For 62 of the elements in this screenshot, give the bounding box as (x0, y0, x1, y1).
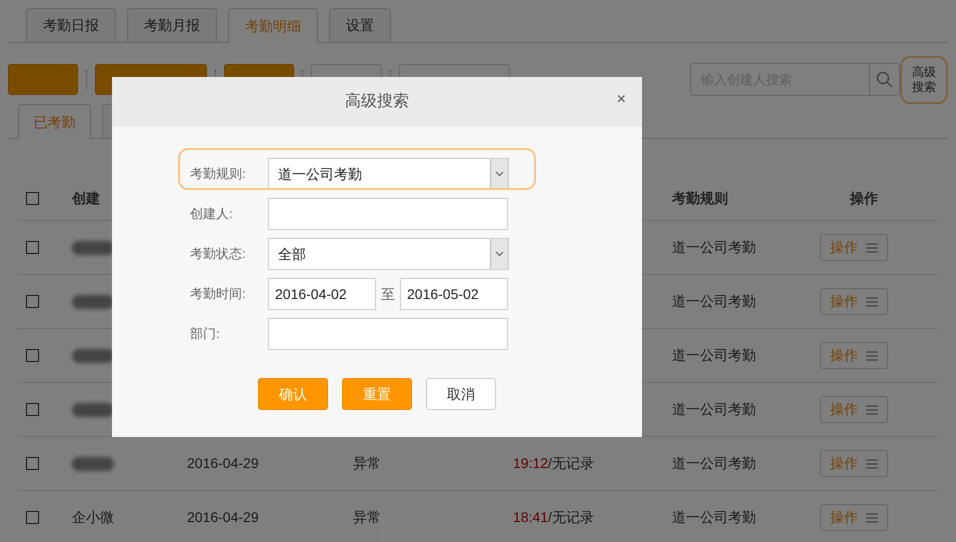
column-header: 创建 (72, 188, 101, 208)
table-cell-text: 道一公司考勤 (672, 346, 757, 365)
action-button[interactable]: 操作 (820, 504, 888, 531)
table-cell-text: 道一公司考勤 (672, 454, 757, 473)
select-field[interactable]: 全部 (268, 238, 509, 270)
action-button[interactable]: 操作 (820, 450, 888, 477)
table-cell: 2016-04-29 (187, 455, 259, 471)
table-cell-text: 道一公司考勤 (672, 400, 757, 419)
tab[interactable]: 考勤明细 (228, 8, 318, 43)
table-cell: 19:12/无记录 (513, 455, 594, 471)
table-cell: 2016-04-29 (187, 509, 259, 525)
action-button[interactable]: 操作 (820, 288, 888, 315)
table-cell-text: 道一公司考勤 (672, 508, 757, 527)
menu-icon (866, 512, 878, 522)
tab[interactable]: 已考勤 (18, 104, 91, 139)
checkbox[interactable] (26, 349, 39, 362)
input-field[interactable] (268, 198, 508, 230)
table-cell-text: 道一公司考勤 (672, 292, 757, 311)
search-icon (876, 71, 893, 88)
checkbox[interactable] (26, 457, 39, 470)
date-field[interactable]: 2016-05-02 (400, 278, 508, 310)
table-cell-text: 道一公司考勤 (672, 238, 757, 257)
dialog-button[interactable]: 取消 (426, 378, 496, 410)
action-button[interactable]: 操作 (820, 342, 888, 369)
action-button[interactable]: 操作 (820, 396, 888, 423)
dialog-button[interactable]: 重置 (342, 378, 412, 410)
dialog-title: 高级搜索 (345, 92, 409, 112)
table-cell: 异常 (353, 455, 381, 471)
tab[interactable]: 设置 (329, 8, 391, 42)
table-cell: 异常 (353, 509, 381, 525)
column-header: 考勤规则 (672, 188, 729, 208)
search-button[interactable] (870, 63, 900, 96)
dialog-button[interactable]: 确认 (258, 378, 328, 410)
field-label: 部门: (190, 325, 221, 344)
menu-icon (866, 242, 878, 252)
action-button[interactable]: 操作 (820, 234, 888, 261)
select-field[interactable]: 道一公司考勤 (268, 158, 509, 190)
chevron-down-icon (495, 251, 504, 257)
field-label: 考勤时间: (190, 285, 247, 304)
checkbox[interactable] (26, 295, 39, 308)
input-field[interactable] (268, 318, 508, 350)
checkbox[interactable] (26, 192, 39, 204)
field-label: 创建人: (190, 205, 234, 224)
field-label: 考勤规则: (190, 165, 247, 184)
menu-icon (866, 404, 878, 414)
table-cell-text: 企小微 (72, 508, 114, 527)
range-separator: 至 (380, 284, 396, 304)
checkbox[interactable] (26, 241, 39, 254)
table-cell: 18:41/无记录 (513, 509, 594, 525)
column-header: 操作 (848, 188, 879, 208)
menu-icon (866, 350, 878, 360)
field-label: 考勤状态: (190, 245, 247, 264)
close-button[interactable]: × (616, 92, 626, 108)
checkbox[interactable] (26, 403, 39, 416)
advanced-search-button[interactable]: 高级搜索 (900, 56, 948, 104)
menu-icon (866, 296, 878, 306)
tab[interactable]: 考勤月报 (127, 8, 217, 42)
menu-icon (866, 458, 878, 468)
tab[interactable]: 考勤日报 (26, 8, 116, 42)
date-field[interactable]: 2016-04-02 (268, 278, 376, 310)
chevron-down-icon (495, 171, 504, 177)
checkbox[interactable] (26, 511, 39, 524)
